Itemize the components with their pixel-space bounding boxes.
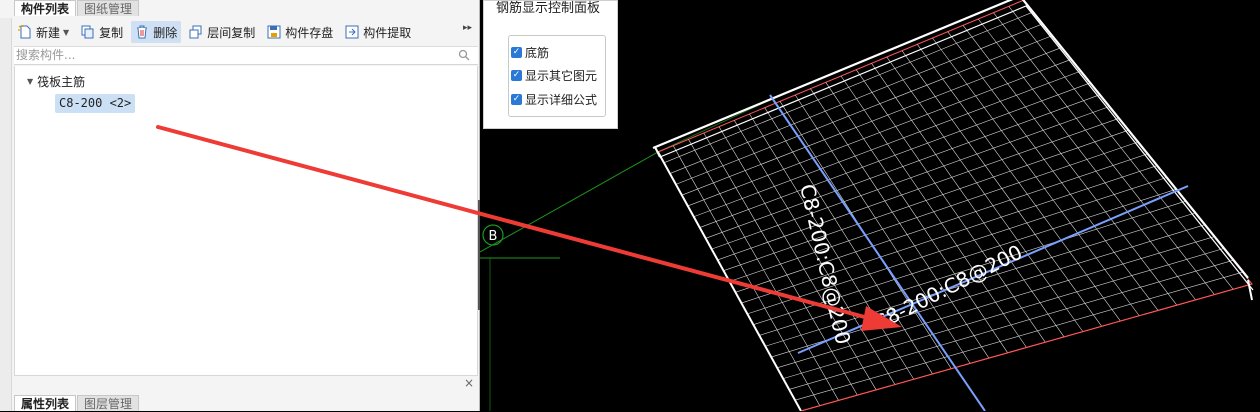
panel-side-strip (0, 18, 12, 411)
option-bottom-rebar[interactable]: ✓ 底筋 (511, 44, 549, 61)
checkbox-checked-icon[interactable]: ✓ (511, 47, 522, 58)
save-component-button[interactable]: 构件存盘 (263, 21, 337, 43)
copy-icon (81, 25, 94, 39)
new-button[interactable]: 新建 ▼ (14, 21, 73, 43)
copy-button-label: 复制 (99, 25, 124, 40)
tree-node-raft-main-rebar[interactable]: ▼ 筏板主筋 (27, 73, 85, 90)
save-component-label: 构件存盘 (285, 25, 334, 40)
toolbar-overflow-icon[interactable]: ▸▸ (463, 23, 472, 33)
tree-node-label: 筏板主筋 (37, 75, 86, 89)
option-label: 底筋 (525, 46, 550, 60)
option-show-detailed-formula[interactable]: ✓ 显示详细公式 (511, 91, 597, 108)
extract-component-button[interactable]: 构件提取 (341, 21, 415, 43)
control-panel-title: 钢筋显示控制面板 (496, 1, 601, 16)
option-label: 显示其它图元 (525, 69, 598, 83)
axis-label-b: B (489, 229, 498, 244)
close-icon[interactable]: × (464, 376, 474, 390)
extract-component-icon (345, 25, 359, 39)
copy-button[interactable]: 复制 (77, 21, 127, 43)
expand-arrow-icon[interactable]: ▼ (27, 77, 33, 86)
new-file-icon (18, 25, 31, 39)
panel-splitter[interactable]: × (14, 376, 478, 392)
component-panel: 构件列表 图纸管理 新建 ▼ 复制 删除 层间复制 构件存盘 构件提取 ▸▸ 搜… (0, 0, 480, 411)
component-tree: ▼ 筏板主筋 C8-200 <2> (14, 66, 478, 376)
floor-copy-icon (189, 25, 202, 39)
tab-drawing-management[interactable]: 图纸管理 (77, 0, 140, 16)
tab-layer-management[interactable]: 图层管理 (77, 395, 140, 411)
raft-slab (652, 0, 1254, 411)
tab-component-list[interactable]: 构件列表 (14, 0, 77, 16)
extract-component-label: 构件提取 (363, 25, 412, 40)
component-search-input[interactable] (14, 47, 448, 63)
trash-icon (137, 25, 148, 39)
search-icon[interactable] (458, 49, 470, 61)
display-options-group: ✓ 底筋 ✓ 显示其它图元 ✓ 显示详细公式 (508, 35, 606, 117)
bottom-tab-bar: 属性列表 图层管理 (14, 395, 140, 411)
component-toolbar: 新建 ▼ 复制 删除 层间复制 构件存盘 构件提取 ▸▸ (14, 18, 478, 47)
checkbox-checked-icon[interactable]: ✓ (511, 94, 522, 105)
axis-bubble-b[interactable]: B (482, 224, 504, 246)
top-tab-bar: 构件列表 图纸管理 (14, 0, 140, 16)
new-button-label: 新建 (36, 25, 61, 40)
component-search-bar (14, 47, 478, 65)
option-show-other-elements[interactable]: ✓ 显示其它图元 (511, 67, 597, 84)
save-component-icon (267, 25, 281, 39)
delete-button-label: 删除 (153, 25, 178, 40)
delete-button[interactable]: 删除 (131, 21, 182, 43)
tree-node-c8-200[interactable]: C8-200 <2> (55, 94, 136, 113)
option-label: 显示详细公式 (525, 93, 598, 107)
floor-copy-button[interactable]: 层间复制 (185, 21, 259, 43)
rebar-display-control-panel: 钢筋显示控制面板 ✓ 底筋 ✓ 显示其它图元 ✓ 显示详细公式 (483, 0, 618, 129)
tab-property-list[interactable]: 属性列表 (14, 395, 77, 411)
checkbox-checked-icon[interactable]: ✓ (511, 70, 522, 81)
floor-copy-button-label: 层间复制 (207, 25, 256, 40)
new-dropdown-caret-icon[interactable]: ▼ (63, 28, 69, 37)
